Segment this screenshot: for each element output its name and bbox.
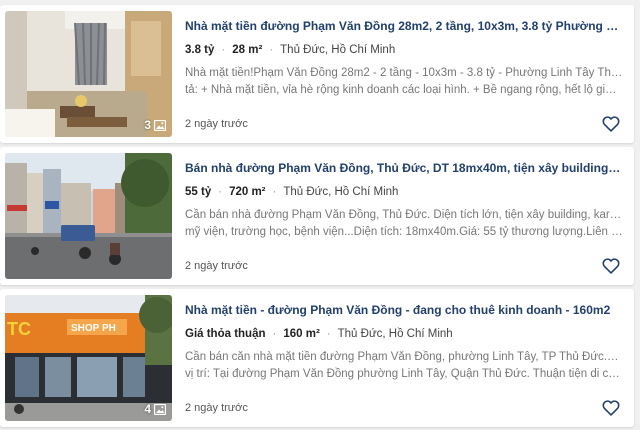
- heart-icon[interactable]: [602, 258, 620, 274]
- photo-count: 4: [144, 402, 151, 416]
- image-icon: [154, 403, 166, 415]
- listing-thumbnail[interactable]: 3: [5, 11, 172, 137]
- image-icon: [154, 119, 166, 131]
- listing-description: Cần bán căn nhà mặt tiền đường Phạm Văn …: [185, 349, 623, 383]
- listing-content: Nhà mặt tiền đường Phạm Văn Đồng 28m2, 2…: [185, 19, 623, 99]
- description-line: Cần bán nhà đường Phạm Văn Đồng, Thủ Đức…: [185, 209, 623, 221]
- description-line: tả: + Nhà mặt tiền, vỉa hè rộng kinh doa…: [185, 84, 623, 96]
- listing-content: Bán nhà đường Phạm Văn Đồng, Thủ Đức, DT…: [185, 161, 623, 241]
- listing-title[interactable]: Bán nhà đường Phạm Văn Đồng, Thủ Đức, DT…: [185, 161, 623, 176]
- listing-location: Thủ Đức, Hồ Chí Minh: [280, 44, 396, 56]
- listing-meta: 3.8 tỷ · 28 m² · Thủ Đức, Hồ Chí Minh: [185, 43, 623, 57]
- listing-location: Thủ Đức, Hồ Chí Minh: [337, 328, 453, 340]
- listing-description: Nhà mặt tiền!Phạm Văn Đồng 28m2 - 2 tầng…: [185, 65, 623, 99]
- separator-dot: ·: [272, 328, 277, 340]
- listing-thumbnail[interactable]: [5, 153, 172, 279]
- separator-dot: ·: [218, 186, 223, 198]
- listing-price: 3.8 tỷ: [185, 44, 215, 56]
- separator-dot: ·: [326, 328, 331, 340]
- listing-date: 2 ngày trước: [185, 118, 248, 130]
- listing-title[interactable]: Nhà mặt tiền - đường Phạm Văn Đồng - đan…: [185, 303, 623, 318]
- listing-card[interactable]: SHOP PH TC 4 Nhà mặt tiền - đường Phạm V…: [0, 289, 634, 427]
- description-line: mỹ viện, trường học, bệnh viện...Diện tí…: [185, 226, 623, 238]
- listing-meta: 55 tỷ · 720 m² · Thủ Đức, Hồ Chí Minh: [185, 185, 623, 199]
- listing-price: Giá thỏa thuận: [185, 328, 266, 340]
- photo-count-badge: 3: [144, 118, 166, 132]
- sign-text-left: TC: [7, 319, 31, 339]
- listing-content: Nhà mặt tiền - đường Phạm Văn Đồng - đan…: [185, 303, 623, 383]
- separator-dot: ·: [269, 44, 274, 56]
- listing-location: Thủ Đức, Hồ Chí Minh: [283, 186, 399, 198]
- description-line: vị trí: Tại đường Phạm Văn Đồng phường L…: [185, 368, 623, 380]
- listing-title[interactable]: Nhà mặt tiền đường Phạm Văn Đồng 28m2, 2…: [185, 19, 623, 34]
- listing-list: 3 Nhà mặt tiền đường Phạm Văn Đồng 28m2,…: [0, 0, 640, 430]
- heart-icon[interactable]: [602, 116, 620, 132]
- description-line: Cần bán căn nhà mặt tiền đường Phạm Văn …: [185, 351, 623, 363]
- listing-meta: Giá thỏa thuận · 160 m² · Thủ Đức, Hồ Ch…: [185, 327, 623, 341]
- listing-area: 720 m²: [229, 186, 266, 198]
- heart-icon[interactable]: [602, 400, 620, 416]
- listing-area: 160 m²: [283, 328, 320, 340]
- shop-sign-text: SHOP PH: [71, 323, 116, 334]
- listing-date: 2 ngày trước: [185, 260, 248, 272]
- photo-count: 3: [144, 118, 151, 132]
- listing-card[interactable]: Bán nhà đường Phạm Văn Đồng, Thủ Đức, DT…: [0, 147, 634, 285]
- listing-photo: [5, 153, 172, 279]
- separator-dot: ·: [272, 186, 277, 198]
- listing-price: 55 tỷ: [185, 186, 212, 198]
- listing-date: 2 ngày trước: [185, 402, 248, 414]
- listing-thumbnail[interactable]: SHOP PH TC 4: [5, 295, 172, 421]
- description-line: Nhà mặt tiền!Phạm Văn Đồng 28m2 - 2 tầng…: [185, 67, 623, 79]
- listing-area: 28 m²: [232, 44, 263, 56]
- photo-count-badge: 4: [144, 402, 166, 416]
- separator-dot: ·: [221, 44, 226, 56]
- listing-description: Cần bán nhà đường Phạm Văn Đồng, Thủ Đức…: [185, 207, 623, 241]
- listing-card[interactable]: 3 Nhà mặt tiền đường Phạm Văn Đồng 28m2,…: [0, 5, 634, 143]
